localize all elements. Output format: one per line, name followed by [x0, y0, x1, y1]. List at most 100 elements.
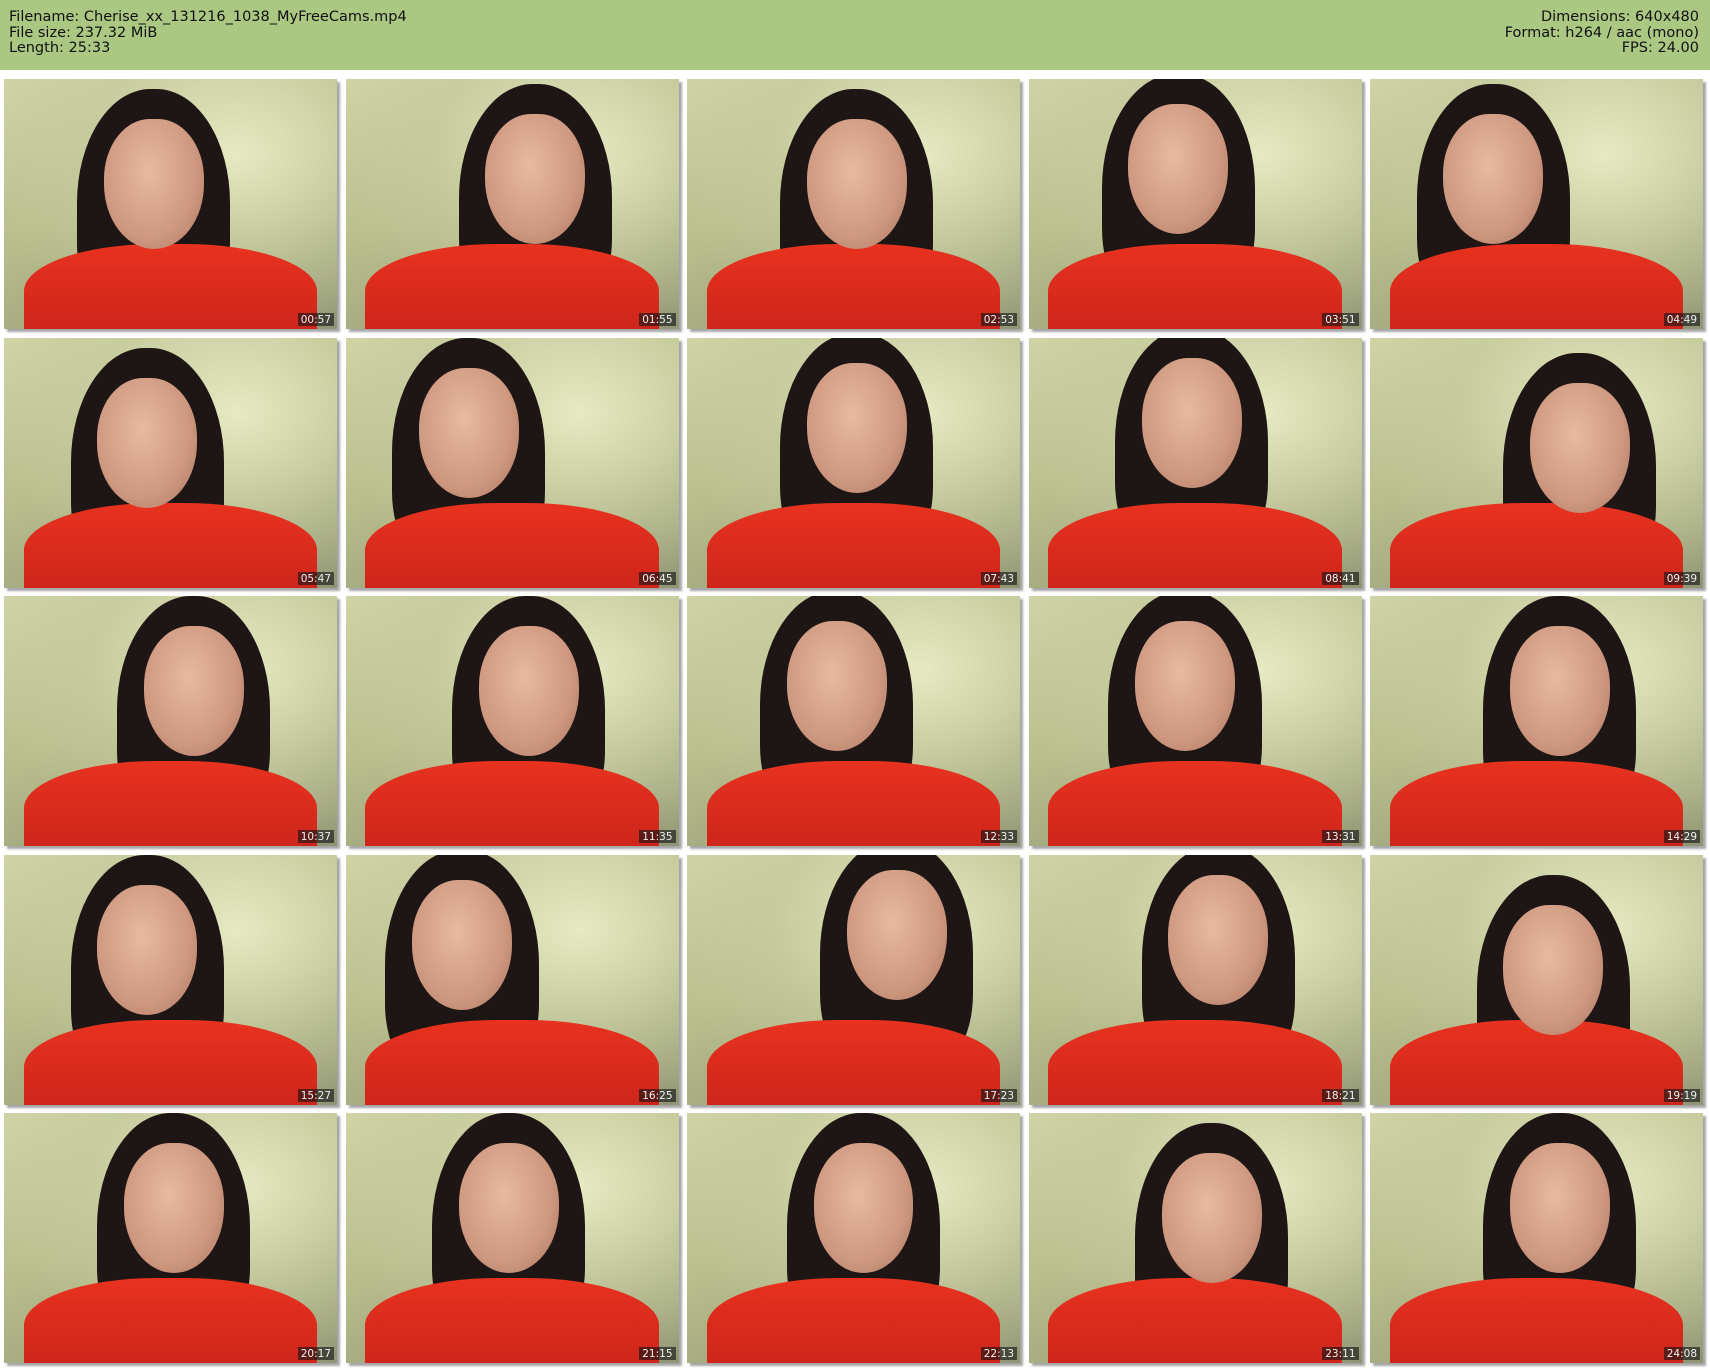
thumbnail-figure-face [123, 1143, 224, 1273]
video-thumbnail[interactable]: 13:31 [1028, 596, 1362, 846]
thumbnail-figure-face [1161, 1153, 1262, 1283]
thumbnail-timestamp: 15:27 [297, 1088, 334, 1102]
dimensions-text: Dimensions: 640x480 [1540, 9, 1699, 25]
video-thumbnail[interactable]: 02:53 [687, 79, 1020, 329]
thumbnail-figure-face [846, 869, 947, 1000]
thumbnail-figure-shirt [706, 502, 1000, 588]
filesize-text: File size: 237.32 MiB [9, 24, 158, 41]
thumbnail-figure-shirt [365, 244, 659, 329]
thumbnail-timestamp: 19:19 [1663, 1088, 1700, 1102]
thumbnail-figure-face [1443, 114, 1544, 244]
thumbnail-figure-shirt [706, 761, 1000, 846]
video-thumbnail[interactable]: 18:21 [1028, 854, 1362, 1105]
thumbnail-figure-shirt [1389, 761, 1683, 846]
thumbnail-timestamp: 21:15 [639, 1347, 676, 1360]
thumbnail-figure-face [1141, 357, 1242, 488]
thumbnail-figure-face [97, 884, 198, 1015]
thumbnail-figure-shirt [706, 1019, 1000, 1105]
thumbnail-figure-face [485, 114, 586, 244]
thumbnail-figure-face [1509, 1143, 1610, 1273]
thumbnail-figure-shirt [1048, 244, 1342, 329]
thumbnail-figure-shirt [365, 502, 659, 588]
thumbnail-figure-face [418, 367, 519, 498]
fps-text: FPS: 24.00 [1621, 40, 1699, 56]
thumbnail-figure-face [97, 377, 198, 508]
video-thumbnail[interactable]: 22:13 [687, 1113, 1020, 1363]
video-thumbnail[interactable]: 14:29 [1370, 596, 1703, 846]
video-thumbnail[interactable]: 12:33 [687, 596, 1020, 846]
thumbnail-timestamp: 22:13 [980, 1347, 1017, 1360]
thumbnail-figure-face [806, 119, 907, 249]
thumbnail-figure-face [1503, 904, 1604, 1035]
video-thumbnail[interactable]: 07:43 [687, 337, 1020, 588]
thumbnail-figure-face [1168, 874, 1269, 1005]
thumbnail-timestamp: 08:41 [1322, 571, 1359, 585]
format-text: Format: h264 / aac (mono) [1504, 24, 1699, 41]
thumbnail-figure-shirt [1389, 502, 1683, 588]
stream-info: Dimensions: 640x480 Format: h264 / aac (… [1504, 9, 1699, 57]
thumbnail-timestamp: 07:43 [980, 571, 1017, 585]
video-thumbnail[interactable]: 05:47 [4, 337, 337, 588]
video-thumbnail[interactable]: 01:55 [345, 79, 679, 329]
thumbnail-figure-shirt [23, 1019, 317, 1105]
thumbnail-figure-shirt [706, 1278, 1000, 1363]
length-text: Length: 25:33 [9, 40, 111, 56]
video-thumbnail[interactable]: 10:37 [4, 596, 337, 846]
thumbnail-timestamp: 18:21 [1322, 1088, 1359, 1102]
thumbnail-timestamp: 01:55 [639, 313, 676, 326]
thumbnail-timestamp: 10:37 [297, 830, 334, 843]
video-thumbnail[interactable]: 06:45 [345, 337, 679, 588]
thumbnail-figure-shirt [1048, 502, 1342, 588]
filename-text: Filename: Cherise_xx_131216_1038_MyFreeC… [9, 9, 407, 25]
thumbnail-timestamp: 20:17 [297, 1347, 334, 1360]
video-thumbnail[interactable]: 03:51 [1028, 79, 1362, 329]
thumbnail-figure-face [813, 1143, 914, 1273]
video-thumbnail[interactable]: 20:17 [4, 1113, 337, 1363]
video-thumbnail[interactable]: 11:35 [345, 596, 679, 846]
thumbnail-timestamp: 11:35 [639, 830, 676, 843]
thumbnail-figure-face [478, 626, 579, 756]
thumbnail-timestamp: 02:53 [980, 313, 1017, 326]
video-thumbnail[interactable]: 15:27 [4, 854, 337, 1105]
thumbnail-timestamp: 24:08 [1663, 1347, 1700, 1360]
video-thumbnail[interactable]: 21:15 [345, 1113, 679, 1363]
thumbnail-figure-face [1509, 626, 1610, 756]
thumbnail-figure-shirt [1048, 1019, 1342, 1105]
thumbnail-figure-shirt [365, 761, 659, 846]
video-thumbnail[interactable]: 23:11 [1028, 1113, 1362, 1363]
video-thumbnail[interactable]: 17:23 [687, 854, 1020, 1105]
thumbnail-timestamp: 06:45 [639, 571, 676, 585]
thumbnail-figure-face [1135, 621, 1235, 751]
video-thumbnail[interactable]: 19:19 [1370, 854, 1703, 1105]
thumbnail-figure-shirt [365, 1019, 659, 1105]
thumbnail-figure-shirt [23, 1278, 317, 1363]
thumbnail-figure-shirt [1389, 1278, 1683, 1363]
thumbnail-timestamp: 03:51 [1322, 313, 1359, 326]
thumbnail-figure-shirt [23, 502, 317, 588]
thumbnail-figure-shirt [23, 244, 317, 329]
thumbnail-timestamp: 17:23 [980, 1088, 1017, 1102]
thumbnail-figure-face [143, 626, 244, 756]
thumbnail-figure-face [786, 621, 887, 751]
info-header: Filename: Cherise_xx_131216_1038_MyFreeC… [0, 0, 1710, 70]
thumbnail-timestamp: 23:11 [1322, 1347, 1359, 1360]
video-thumbnail[interactable]: 09:39 [1370, 337, 1703, 588]
video-thumbnail[interactable]: 00:57 [4, 79, 337, 329]
thumbnail-timestamp: 04:49 [1663, 313, 1700, 326]
video-thumbnail[interactable]: 24:08 [1370, 1113, 1703, 1363]
thumbnail-figure-face [806, 362, 907, 493]
file-info: Filename: Cherise_xx_131216_1038_MyFreeC… [9, 9, 407, 57]
video-thumbnail[interactable]: 04:49 [1370, 79, 1703, 329]
video-thumbnail[interactable]: 08:41 [1028, 337, 1362, 588]
thumbnail-figure-face [412, 879, 512, 1010]
thumbnail-figure-face [1529, 382, 1630, 513]
thumbnail-figure-shirt [23, 761, 317, 846]
thumbnail-figure-shirt [1389, 1019, 1683, 1105]
thumbnail-timestamp: 09:39 [1663, 571, 1700, 585]
thumbnail-timestamp: 16:25 [639, 1088, 676, 1102]
thumbnail-timestamp: 12:33 [980, 830, 1017, 843]
thumbnail-timestamp: 05:47 [297, 571, 334, 585]
thumbnail-timestamp: 14:29 [1663, 830, 1700, 843]
thumbnail-grid: 00:57 01:55 02:53 03:51 04:49 05:47 06:45 07:43… [4, 79, 1703, 1363]
video-thumbnail[interactable]: 16:25 [345, 854, 679, 1105]
